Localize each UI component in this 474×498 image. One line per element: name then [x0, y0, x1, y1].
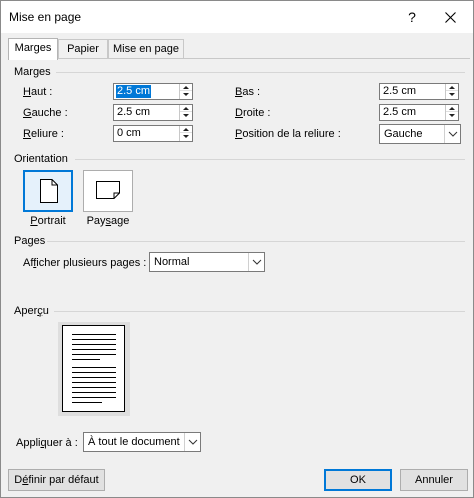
- multiple-pages-value: Normal: [154, 256, 190, 268]
- divider: [54, 311, 465, 312]
- increment-button[interactable]: [180, 105, 192, 112]
- left-margin-value: 2.5 cm: [117, 106, 151, 118]
- close-button[interactable]: [435, 5, 465, 29]
- increment-button[interactable]: [446, 84, 458, 91]
- bottom-label: Bas :: [235, 86, 261, 98]
- top-label: Haut :: [23, 86, 53, 98]
- window-title: Mise en page: [9, 10, 82, 24]
- multiple-pages-select[interactable]: Normal: [149, 252, 265, 272]
- divider: [56, 72, 465, 73]
- arrow-down-icon: [183, 93, 189, 96]
- text-line: [72, 359, 100, 360]
- chevron-down-icon: [448, 131, 458, 137]
- divider: [47, 241, 465, 242]
- text-line: [72, 334, 116, 335]
- close-icon: [445, 12, 456, 23]
- gutter-position-select[interactable]: Gauche: [379, 124, 461, 144]
- text-line: [72, 349, 116, 350]
- tab-paper[interactable]: Papier: [58, 39, 108, 59]
- gutter-label: Reliure :: [23, 128, 64, 140]
- portrait-page-icon: [40, 179, 58, 203]
- text-line: [72, 392, 116, 393]
- landscape-page-icon: [96, 181, 120, 199]
- preview-section-title: Aperçu: [14, 305, 49, 317]
- arrow-up-icon: [449, 107, 455, 110]
- top-margin-value: 2.5 cm: [116, 85, 152, 98]
- text-line: [72, 339, 116, 340]
- preview-page: [62, 325, 125, 412]
- help-button[interactable]: ?: [397, 5, 427, 29]
- right-margin-value: 2.5 cm: [383, 106, 417, 118]
- apply-to-label: Appliquer à :: [16, 437, 78, 449]
- arrow-down-icon: [183, 114, 189, 117]
- increment-button[interactable]: [446, 105, 458, 112]
- apply-to-value: À tout le document: [88, 436, 180, 448]
- set-as-default-button[interactable]: Définir par défaut: [8, 469, 105, 491]
- page-setup-dialog: Mise en page ? Marges Papier Mise en pag…: [0, 0, 474, 498]
- decrement-button[interactable]: [180, 91, 192, 98]
- cancel-button[interactable]: Annuler: [400, 469, 468, 491]
- right-label: Droite :: [235, 107, 271, 119]
- text-line: [72, 367, 116, 368]
- ok-button[interactable]: OK: [324, 469, 392, 491]
- arrow-up-icon: [183, 128, 189, 131]
- text-line: [72, 372, 116, 373]
- arrow-down-icon: [183, 135, 189, 138]
- decrement-button[interactable]: [446, 91, 458, 98]
- portrait-button[interactable]: [23, 170, 73, 212]
- increment-button[interactable]: [180, 126, 192, 133]
- tab-margins[interactable]: Marges: [8, 38, 58, 60]
- orientation-section-title: Orientation: [14, 153, 68, 165]
- arrow-up-icon: [183, 86, 189, 89]
- margins-section-title: Marges: [14, 66, 51, 78]
- arrow-up-icon: [449, 86, 455, 89]
- gutter-value: 0 cm: [117, 127, 141, 139]
- right-margin-input[interactable]: 2.5 cm: [379, 104, 459, 121]
- increment-button[interactable]: [180, 84, 192, 91]
- chevron-down-icon: [188, 439, 198, 445]
- arrow-down-icon: [449, 114, 455, 117]
- tab-layout[interactable]: Mise en page: [108, 39, 184, 59]
- landscape-button[interactable]: [83, 170, 133, 212]
- portrait-label: Portrait: [30, 215, 66, 227]
- text-line: [72, 397, 116, 398]
- text-line: [72, 354, 116, 355]
- decrement-button[interactable]: [180, 133, 192, 140]
- text-line: [72, 377, 116, 378]
- gutter-position-value: Gauche: [384, 128, 423, 140]
- arrow-down-icon: [449, 93, 455, 96]
- apply-to-select[interactable]: À tout le document: [83, 432, 201, 452]
- text-line: [72, 402, 102, 403]
- multiple-pages-label: Afficher plusieurs pages :: [23, 257, 147, 269]
- text-line: [72, 387, 116, 388]
- title-bar: Mise en page ?: [1, 1, 473, 33]
- divider: [75, 159, 465, 160]
- decrement-button[interactable]: [180, 112, 192, 119]
- gutter-position-label: Position de la reliure :: [235, 128, 341, 140]
- text-line: [72, 344, 116, 345]
- left-margin-input[interactable]: 2.5 cm: [113, 104, 193, 121]
- bottom-margin-value: 2.5 cm: [383, 85, 417, 97]
- chevron-down-icon: [252, 259, 262, 265]
- gutter-input[interactable]: 0 cm: [113, 125, 193, 142]
- text-line: [72, 382, 116, 383]
- page-preview: [58, 322, 130, 416]
- landscape-label: Paysage: [86, 215, 130, 227]
- decrement-button[interactable]: [446, 112, 458, 119]
- pages-section-title: Pages: [14, 235, 46, 247]
- bottom-margin-input[interactable]: 2.5 cm: [379, 83, 459, 100]
- left-label: Gauche :: [23, 107, 68, 119]
- arrow-up-icon: [183, 107, 189, 110]
- top-margin-input[interactable]: 2.5 cm: [113, 83, 193, 100]
